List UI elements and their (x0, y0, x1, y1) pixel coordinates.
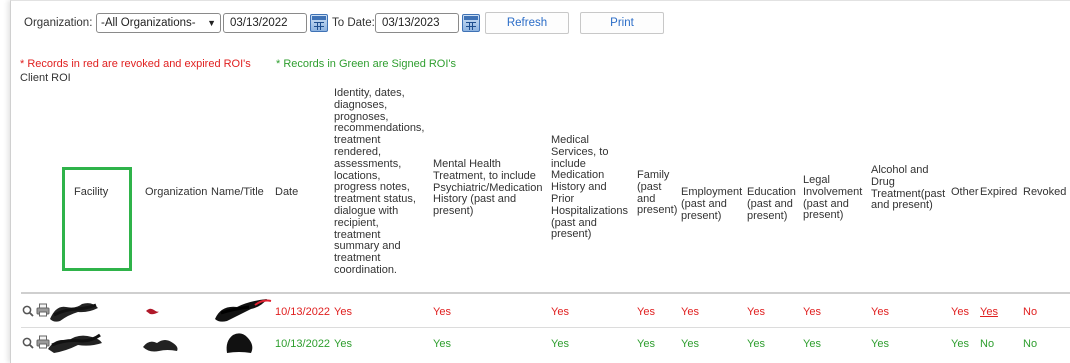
row-education-value: Yes (747, 338, 765, 350)
row-expired-link[interactable]: Yes (980, 306, 998, 318)
from-date-input[interactable]: 03/13/2022 (223, 13, 307, 33)
magnifier-icon[interactable] (22, 305, 34, 317)
redacted-organization-scribble (146, 308, 160, 315)
row-employment-value: Yes (681, 306, 699, 318)
column-header-legal: Legal Involvement (past and present) (803, 174, 863, 222)
table-row: 10/13/2022 Yes Yes Yes Yes Yes Yes Yes Y… (11, 329, 1070, 359)
header-divider (21, 292, 1070, 294)
column-header-alcohol-drug: Alcohol and Drug Treatment(past and pres… (871, 164, 946, 212)
column-header-family: Family (past and present) (637, 169, 678, 217)
row-medical-value: Yes (551, 338, 569, 350)
redacted-facility-scribble (48, 333, 102, 353)
column-header-identity: Identity, dates, diagnoses, prognoses, r… (334, 87, 425, 276)
revoked-legend-note: * Records in red are revoked and expired… (20, 58, 251, 70)
column-header-other: Other (951, 186, 979, 198)
redacted-facility-scribble (50, 303, 98, 322)
row-revoked-value: No (1023, 338, 1038, 350)
row-medical-value: Yes (551, 306, 569, 318)
column-header-revoked: Revoked (1023, 186, 1067, 198)
calendar-icon[interactable] (462, 14, 480, 32)
column-header-name-title: Name/Title (211, 186, 264, 198)
calendar-icon[interactable] (310, 14, 328, 32)
row-expired-value: No (980, 338, 995, 350)
roi-report-panel: Organization: -All Organizations- ▼ 03/1… (10, 0, 1070, 363)
row-alcohol-value: Yes (871, 338, 889, 350)
row-date: 10/13/2022 (275, 306, 331, 318)
row-revoked-value: No (1023, 306, 1038, 318)
row-mental-health-value: Yes (433, 338, 451, 350)
column-header-facility: Facility (74, 186, 109, 198)
row-alcohol-value: Yes (871, 306, 889, 318)
redacted-organization-scribble (143, 340, 178, 352)
row-other-value: Yes (951, 306, 969, 318)
row-mental-health-value: Yes (433, 306, 451, 318)
row-other-value: Yes (951, 338, 969, 350)
organization-select-value: -All Organizations- (101, 17, 196, 29)
row-date: 10/13/2022 (275, 338, 331, 350)
column-header-medical: Medical Services, to include Medication … (551, 134, 629, 241)
table-row: 10/13/2022 Yes Yes Yes Yes Yes Yes Yes Y… (11, 297, 1070, 327)
row-legal-value: Yes (803, 338, 821, 350)
row-identity-value: Yes (334, 306, 352, 318)
organization-select[interactable]: -All Organizations- ▼ (96, 13, 221, 33)
magnifier-icon[interactable] (22, 337, 34, 349)
row-education-value: Yes (747, 306, 765, 318)
section-title: Client ROI (20, 72, 71, 84)
column-header-expired: Expired (980, 186, 1018, 198)
row-identity-value: Yes (334, 338, 352, 350)
column-header-mental-health: Mental Health Treatment, to include Psyc… (433, 158, 543, 218)
row-legal-value: Yes (803, 306, 821, 318)
row-family-value: Yes (637, 306, 655, 318)
facility-highlight-box (62, 167, 132, 271)
column-header-date: Date (275, 186, 299, 198)
redacted-name-scribble (226, 333, 253, 353)
redacted-name-scribble (215, 299, 272, 322)
chevron-down-icon: ▼ (207, 18, 216, 28)
row-employment-value: Yes (681, 338, 699, 350)
organization-label: Organization: (24, 17, 93, 29)
column-header-education: Education (past and present) (747, 186, 796, 222)
column-header-organization: Organization (145, 186, 208, 198)
row-family-value: Yes (637, 338, 655, 350)
refresh-button[interactable]: Refresh (485, 12, 569, 34)
signed-legend-note: * Records in Green are Signed ROI's (276, 58, 457, 70)
to-date-input[interactable]: 03/13/2023 (375, 13, 459, 33)
row-divider (21, 327, 1070, 328)
print-button[interactable]: Print (580, 12, 664, 34)
to-date-label: To Date: (332, 17, 375, 29)
column-header-employment: Employment (past and present) (681, 186, 743, 222)
